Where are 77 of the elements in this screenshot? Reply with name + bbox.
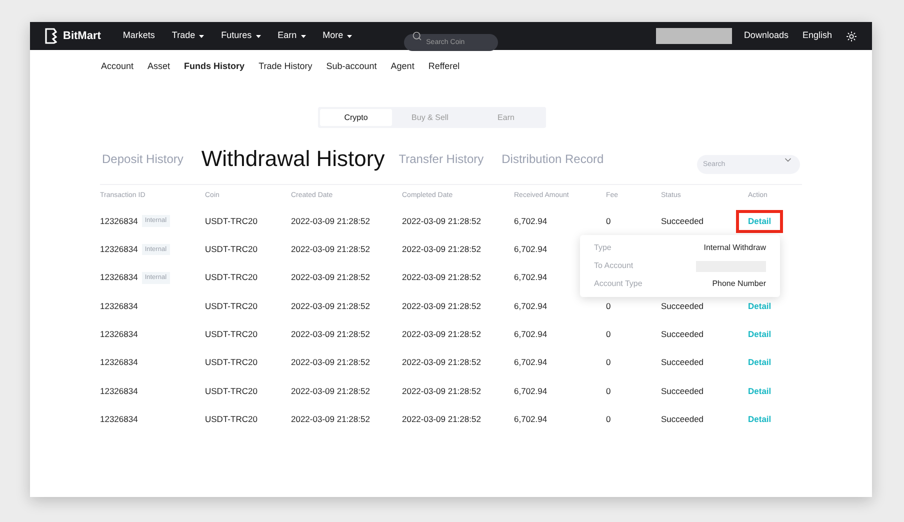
table-cell: 2022-03-09 21:28:52	[291, 356, 370, 369]
table-cell: USDT-TRC20	[205, 384, 258, 398]
table-cell: 6,702.94	[514, 300, 548, 312]
table-cell: 2022-03-09 21:28:52	[291, 412, 370, 426]
table-cell: 2022-03-09 21:28:52	[402, 271, 481, 284]
table-cell: 0	[606, 414, 611, 424]
table-cell: 12326834	[100, 214, 138, 228]
subnav-tab[interactable]: Sub-account	[326, 60, 377, 80]
nav-menu-item[interactable]: Trade	[172, 29, 204, 43]
table-cell: 2022-03-09 21:28:52	[291, 384, 370, 398]
table-cell: 12326834	[100, 328, 138, 341]
nav-link[interactable]: English	[802, 29, 832, 43]
subnav-tab[interactable]: Funds History	[184, 60, 245, 80]
table-cell: 2022-03-09 21:28:52	[402, 384, 481, 398]
table-cell: USDT-TRC20	[205, 214, 258, 228]
table-cell: 0	[606, 386, 611, 396]
table-cell: USDT-TRC20	[205, 243, 258, 256]
table-cell: Succeeded	[661, 300, 704, 311]
popup-label: Type	[594, 242, 612, 254]
table-cell: USDT-TRC20	[205, 271, 258, 284]
table-cell: 2022-03-09 21:28:52	[402, 214, 481, 228]
table-cell: 2022-03-09 21:28:52	[402, 328, 481, 341]
table-cell: USDT-TRC20	[205, 412, 258, 426]
logo-icon	[45, 28, 57, 44]
subnav-tab[interactable]: Account	[101, 60, 134, 80]
table-cell: Succeeded	[661, 414, 704, 424]
table-cell: 6,702.94	[514, 412, 548, 426]
table-cell: 0	[606, 357, 611, 368]
table-cell: 6,702.94	[514, 384, 548, 398]
table-cell: Succeeded	[661, 216, 704, 226]
history-tab[interactable]: Withdrawal History	[201, 148, 385, 170]
popup-value: Internal Withdraw	[704, 242, 766, 254]
table-cell: 0	[606, 328, 611, 339]
subnav-tab[interactable]: Trade History	[258, 60, 312, 80]
table-cell: 12326834	[100, 412, 138, 426]
table-cell: 12326834	[100, 356, 138, 369]
table-cell: USDT-TRC20	[205, 328, 258, 341]
subnav-tab[interactable]: Refferel	[428, 60, 460, 80]
table-cell: 12326834	[100, 300, 138, 312]
table-cell: 2022-03-09 21:28:52	[291, 300, 370, 312]
table-cell: 0	[606, 216, 611, 226]
subnav-tab[interactable]: Asset	[148, 60, 170, 80]
table-cell: Succeeded	[661, 357, 704, 368]
table-cell: 2022-03-09 21:28:52	[402, 412, 481, 426]
table-cell: USDT-TRC20	[205, 300, 258, 312]
table-cell: 12326834	[100, 384, 138, 398]
table-cell: Succeeded	[661, 386, 704, 396]
table-cell: 2022-03-09 21:28:52	[291, 214, 370, 228]
search-icon	[412, 31, 422, 41]
table-cell: 2022-03-09 21:28:52	[291, 328, 370, 341]
table-cell: 2022-03-09 21:28:52	[402, 300, 481, 312]
nav-menu-item[interactable]: Futures	[221, 29, 261, 43]
table-cell: 12326834	[100, 271, 138, 284]
segment-tab[interactable]: Crypto	[320, 109, 392, 126]
table-cell: 0	[606, 300, 611, 311]
table-cell: 6,702.94	[514, 271, 548, 284]
table-cell: USDT-TRC20	[205, 356, 258, 369]
table-cell: 6,702.94	[514, 243, 548, 256]
table-cell: 6,702.94	[514, 356, 548, 369]
table-cell: 6,702.94	[514, 328, 548, 341]
popup-label: To Account	[594, 260, 634, 272]
table-cell: 2022-03-09 21:28:52	[402, 243, 481, 256]
nav-link[interactable]: Downloads	[744, 29, 788, 43]
theme-toggle-icon[interactable]	[846, 30, 857, 42]
table-cell: 2022-03-09 21:28:52	[291, 243, 370, 256]
table-cell: 2022-03-09 21:28:52	[291, 271, 370, 284]
brand-name: BitMart	[63, 28, 101, 44]
table-cell: 6,702.94	[514, 214, 548, 228]
table-cell: Succeeded	[661, 328, 704, 339]
nav-menu-item[interactable]: Earn	[278, 29, 306, 43]
popup-label: Account Type	[594, 278, 642, 290]
table-cell: 2022-03-09 21:28:52	[402, 356, 481, 369]
popup-value: Phone Number	[712, 278, 766, 290]
nav-menu-item[interactable]: More	[322, 29, 352, 43]
nav-menu-item[interactable]: Markets	[122, 29, 155, 43]
table-cell: 12326834	[100, 243, 138, 256]
subnav-tab[interactable]: Agent	[390, 60, 414, 80]
